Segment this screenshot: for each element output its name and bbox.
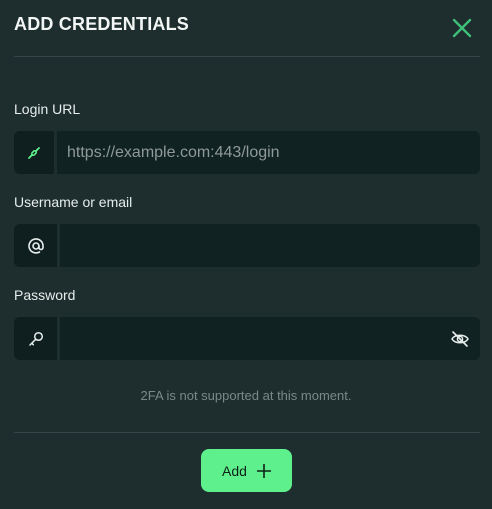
password-field: [14, 317, 480, 360]
username-input[interactable]: [60, 224, 480, 267]
add-button-label: Add: [222, 462, 247, 479]
add-button[interactable]: Add: [201, 449, 292, 492]
password-input[interactable]: [60, 317, 440, 360]
close-icon: [452, 18, 472, 38]
header-divider: [14, 56, 480, 57]
login-url-prefix: [14, 131, 57, 174]
at-icon: [27, 237, 44, 254]
two-fa-note: 2FA is not supported at this moment.: [140, 388, 352, 403]
login-url-input[interactable]: [57, 131, 480, 174]
add-credentials-dialog: ADD CREDENTIALS Login URL Username or em…: [0, 0, 492, 509]
username-prefix: [14, 224, 60, 267]
username-label: Username or email: [14, 194, 133, 210]
dialog-title: ADD CREDENTIALS: [14, 14, 190, 34]
login-url-label: Login URL: [14, 101, 81, 117]
password-prefix: [14, 317, 60, 360]
link-icon: [28, 146, 40, 159]
eye-off-icon: [451, 330, 469, 347]
login-url-field: [14, 131, 480, 174]
password-label: Password: [14, 287, 76, 303]
password-visibility-toggle[interactable]: [440, 317, 480, 360]
plus-icon: [256, 463, 271, 478]
key-icon: [28, 331, 43, 346]
username-field: [14, 224, 480, 267]
footer-divider: [14, 432, 480, 433]
close-button[interactable]: [448, 14, 476, 42]
